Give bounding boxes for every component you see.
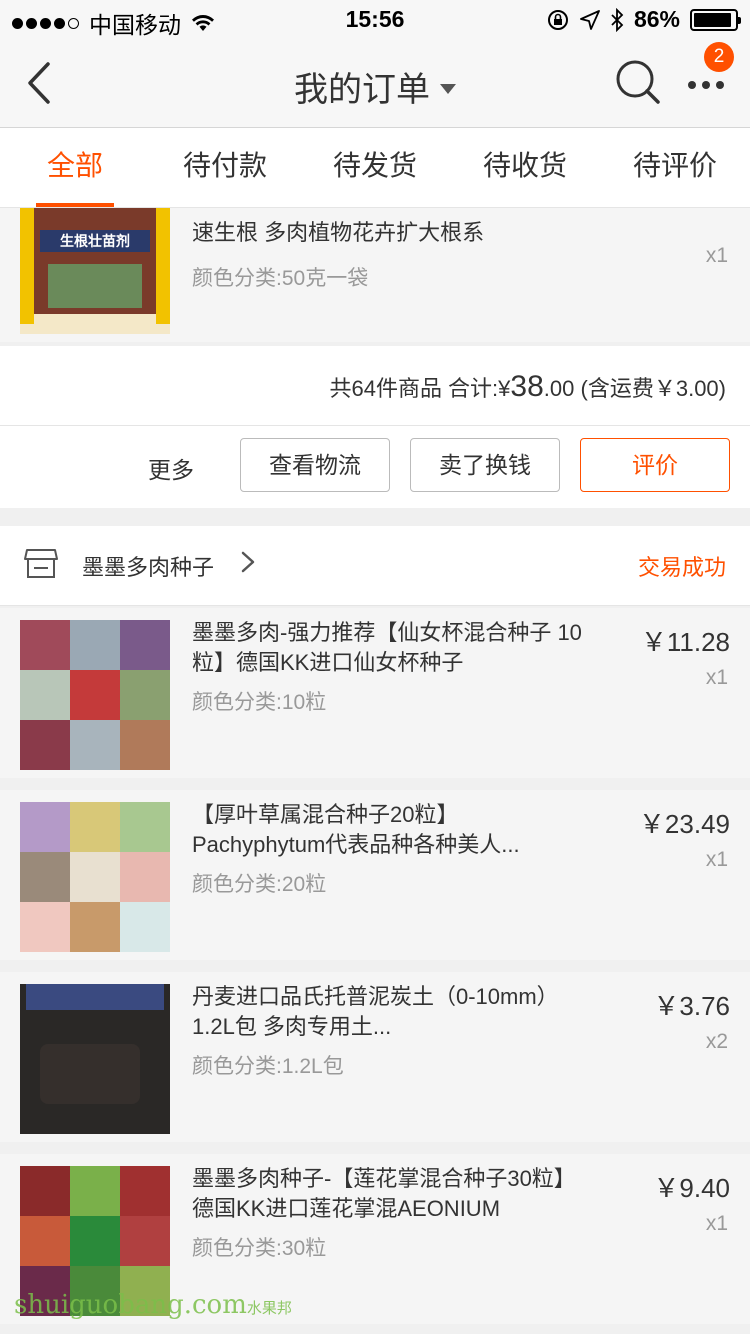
order-item[interactable]: 【厚叶草属混合种子20粒】Pachyphytum代表品种各种美人... 颜色分类… — [0, 790, 750, 960]
shop-name[interactable]: 墨墨多肉种子 — [82, 550, 214, 582]
battery-icon — [690, 8, 741, 31]
shop-header[interactable]: 墨墨多肉种子 交易成功 — [0, 526, 750, 606]
product-thumbnail — [20, 984, 170, 1134]
product-price: ￥23.49 — [638, 809, 730, 839]
tab-pending-review[interactable]: 待评价 — [600, 128, 750, 207]
thumbnail-label: 生根壮苗剂 — [40, 230, 150, 252]
watermark-text: shuiguobang.com — [14, 1290, 247, 1320]
nav-bar: 我的订单 — [0, 40, 750, 128]
order-tabs: 全部 待付款 待发货 待收货 待评价 — [0, 128, 750, 208]
product-price: ￥11.28 — [640, 627, 730, 657]
bluetooth-icon — [611, 7, 624, 32]
page-title-label: 我的订单 — [294, 71, 430, 109]
product-title[interactable]: 丹麦进口品氏托普泥炭土（0-10mm）1.2L包 多肉专用土... — [192, 982, 582, 1042]
more-icon[interactable] — [682, 70, 732, 100]
product-price: ￥3.76 — [653, 991, 730, 1021]
shipping-fee: (含运费￥3.00) — [580, 376, 726, 401]
product-thumbnail — [20, 802, 170, 952]
currency-symbol: ¥ — [498, 376, 511, 401]
product-title[interactable]: 速生根 多肉植物花卉扩大根系 — [192, 218, 582, 248]
order-actions: 更多 查看物流 卖了换钱 评价 — [0, 426, 750, 508]
product-spec: 颜色分类:10粒 — [192, 691, 327, 714]
notification-badge: 2 — [704, 42, 734, 72]
product-quantity: x2 — [705, 1030, 728, 1053]
item-count-label: 共64件商品 合计: — [329, 376, 499, 401]
view-logistics-button[interactable]: 查看物流 — [240, 438, 390, 492]
order-item[interactable]: 墨墨多肉-强力推荐【仙女杯混合种子 10粒】德国KK进口仙女杯种子 颜色分类:1… — [0, 608, 750, 778]
product-spec: 颜色分类:20粒 — [192, 873, 327, 896]
product-spec: 颜色分类:1.2L包 — [192, 1055, 344, 1078]
order-total: 共64件商品 合计:¥38.00 (含运费￥3.00) — [329, 370, 726, 404]
product-price: ￥9.40 — [653, 1173, 730, 1203]
product-spec: 颜色分类:50克一袋 — [192, 267, 369, 290]
product-spec: 颜色分类:30粒 — [192, 1237, 327, 1260]
order-summary: 共64件商品 合计:¥38.00 (含运费￥3.00) — [0, 346, 750, 426]
review-button[interactable]: 评价 — [580, 438, 730, 492]
status-right: 86% — [546, 6, 741, 33]
tab-pending-payment[interactable]: 待付款 — [150, 128, 300, 207]
product-quantity: x1 — [705, 244, 728, 267]
location-icon — [580, 9, 600, 30]
total-decimal: .00 — [543, 376, 575, 401]
battery-percent: 86% — [633, 6, 680, 32]
shop-icon — [24, 549, 58, 578]
watermark-cn: 水果邦 — [246, 1299, 292, 1317]
tab-all[interactable]: 全部 — [0, 128, 150, 207]
watermark: shuiguobang.com水果邦 — [14, 1290, 292, 1320]
order-list[interactable]: 生根壮苗剂 速生根 多肉植物花卉扩大根系 颜色分类:50克一袋 x1 共64件商… — [0, 208, 750, 1334]
order-item[interactable]: 生根壮苗剂 速生根 多肉植物花卉扩大根系 颜色分类:50克一袋 x1 — [0, 208, 750, 342]
chevron-down-icon — [440, 84, 456, 95]
product-quantity: x1 — [705, 666, 728, 689]
tab-pending-receipt[interactable]: 待收货 — [450, 128, 600, 207]
product-title[interactable]: 墨墨多肉种子-【莲花掌混合种子30粒】德国KK进口莲花掌混AEONIUM — [192, 1164, 582, 1224]
product-thumbnail — [20, 620, 170, 770]
more-link[interactable]: 更多 — [148, 451, 194, 485]
product-quantity: x1 — [705, 1212, 728, 1235]
product-title[interactable]: 墨墨多肉-强力推荐【仙女杯混合种子 10粒】德国KK进口仙女杯种子 — [192, 618, 582, 678]
resell-button[interactable]: 卖了换钱 — [410, 438, 560, 492]
tab-pending-shipment[interactable]: 待发货 — [300, 128, 450, 207]
status-bar: 中国移动 15:56 86% — [0, 0, 750, 40]
product-quantity: x1 — [705, 848, 728, 871]
order-status: 交易成功 — [637, 555, 726, 580]
search-icon[interactable] — [614, 58, 662, 106]
product-title[interactable]: 【厚叶草属混合种子20粒】Pachyphytum代表品种各种美人... — [192, 800, 582, 860]
product-thumbnail: 生根壮苗剂 — [20, 208, 170, 334]
total-integer: 38 — [510, 370, 544, 403]
chevron-right-icon — [241, 551, 255, 573]
lock-rotation-icon — [547, 9, 568, 30]
order-item[interactable]: 丹麦进口品氏托普泥炭土（0-10mm）1.2L包 多肉专用土... 颜色分类:1… — [0, 972, 750, 1142]
